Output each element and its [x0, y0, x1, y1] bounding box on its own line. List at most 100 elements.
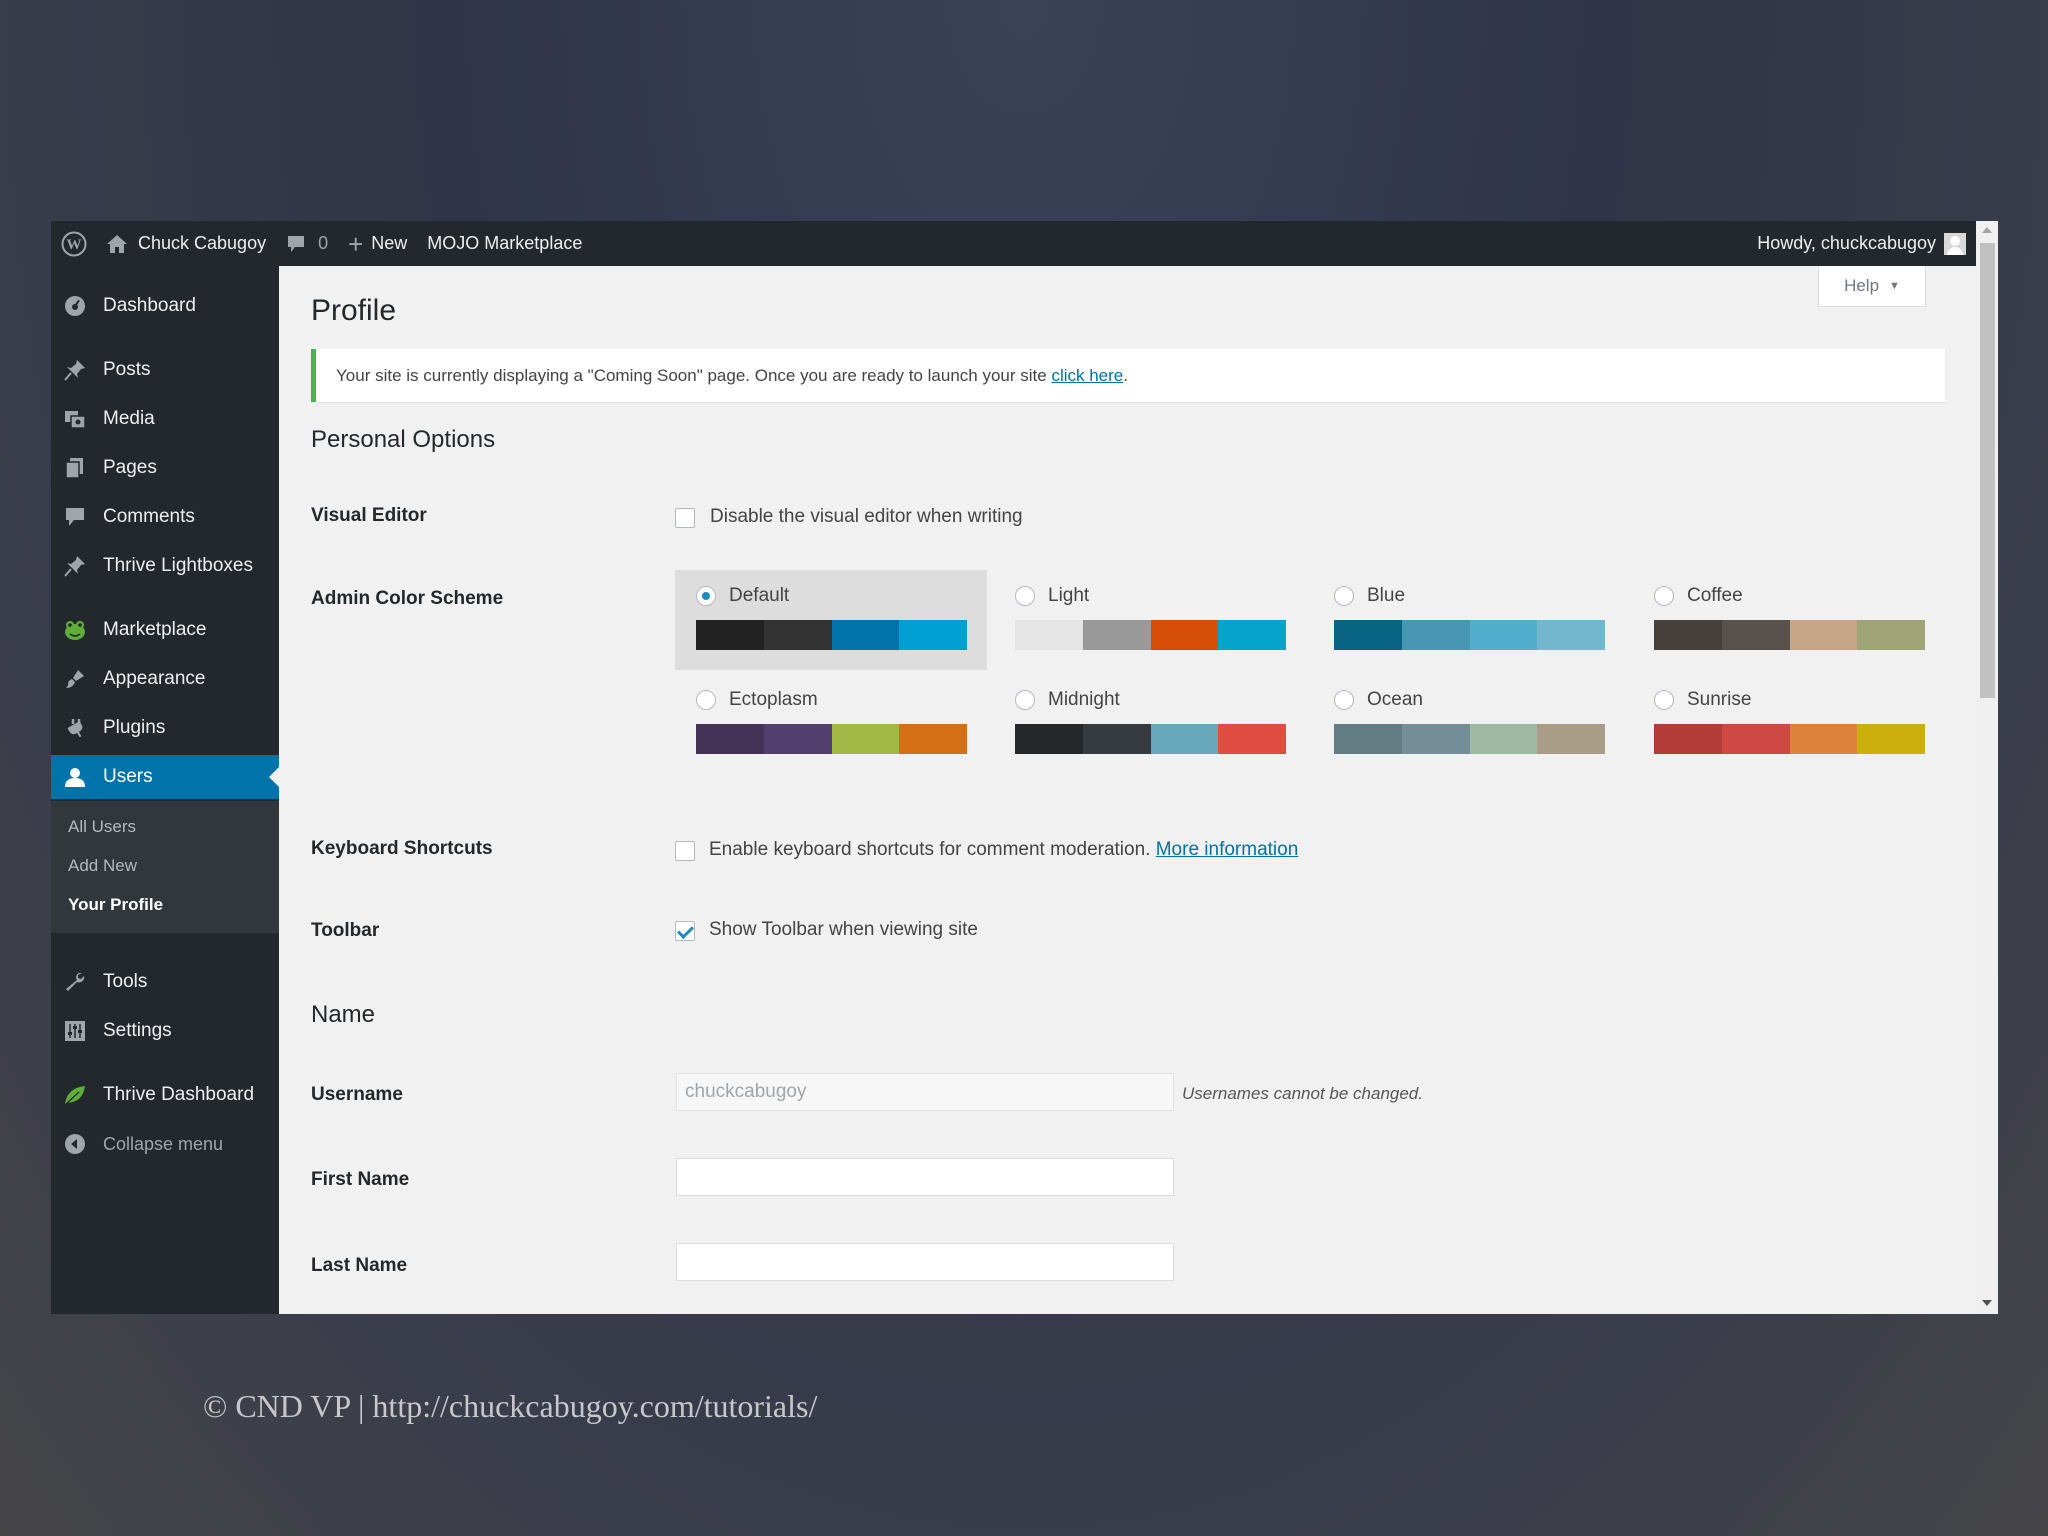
color-scheme-radio[interactable] [1015, 586, 1035, 606]
last-name-label: Last Name [311, 1255, 408, 1276]
color-scheme-option-ectoplasm[interactable]: Ectoplasm [675, 674, 987, 774]
color-swatch [899, 724, 967, 754]
color-swatches [1654, 724, 1925, 754]
last-name-input[interactable] [676, 1243, 1174, 1281]
scroll-down-arrow-icon[interactable] [1982, 1300, 1992, 1306]
color-scheme-option-blue[interactable]: Blue [1313, 570, 1625, 670]
toolbar-label: Toolbar [311, 920, 380, 941]
main-content: Help ▼ Profile Your site is currently di… [279, 266, 1976, 1314]
color-scheme-head: Light [1015, 584, 1285, 608]
color-swatch [1218, 724, 1286, 754]
sidebar-item-posts[interactable]: Posts [51, 348, 279, 392]
color-swatch [831, 724, 900, 754]
pin-icon [63, 358, 87, 382]
sidebar-item-label: Collapse menu [103, 1133, 224, 1154]
howdy-text: Howdy, chuckcabugoy [1757, 233, 1936, 253]
sidebar-item-label: Users [103, 766, 153, 787]
color-scheme-radio[interactable] [1015, 690, 1035, 710]
wordpress-logo-icon[interactable]: W [51, 221, 96, 266]
color-swatches [1015, 724, 1286, 754]
scroll-thumb[interactable] [1980, 243, 1995, 698]
collapse-menu-button[interactable]: Collapse menu [51, 1122, 279, 1166]
submenu-item-all-users[interactable]: All Users [68, 817, 136, 837]
color-scheme-option-ocean[interactable]: Ocean [1313, 674, 1625, 774]
color-scheme-head: Sunrise [1654, 688, 1924, 712]
notice-click-here-link[interactable]: click here [1051, 366, 1123, 385]
keyboard-shortcuts-text-wrapper: Enable keyboard shortcuts for comment mo… [709, 839, 1298, 861]
color-scheme-option-midnight[interactable]: Midnight [994, 674, 1306, 774]
sidebar-item-label: Posts [103, 359, 151, 380]
submenu-item-your-profile[interactable]: Your Profile [68, 895, 163, 915]
color-scheme-name: Ectoplasm [729, 689, 818, 710]
color-swatch [1082, 620, 1151, 650]
keyboard-shortcuts-checkbox[interactable] [675, 841, 695, 861]
color-swatch [1015, 620, 1083, 650]
site-name-link[interactable]: Chuck Cabugoy [96, 221, 276, 266]
color-scheme-name: Sunrise [1687, 689, 1752, 710]
color-scheme-option-coffee[interactable]: Coffee [1633, 570, 1945, 670]
comment-icon [63, 505, 87, 529]
help-tab-button[interactable]: Help ▼ [1818, 266, 1926, 307]
color-swatch [696, 620, 764, 650]
color-scheme-option-sunrise[interactable]: Sunrise [1633, 674, 1945, 774]
sidebar-item-users[interactable]: Users [51, 755, 279, 799]
page-title: Profile [311, 294, 397, 327]
color-swatches [696, 620, 967, 650]
color-scheme-option-default[interactable]: Default [675, 570, 987, 670]
sidebar-item-media[interactable]: Media [51, 397, 279, 441]
notice-text: Your site is currently displaying a "Com… [336, 365, 1052, 385]
sidebar-item-thrive-lightboxes[interactable]: Thrive Lightboxes [51, 544, 279, 588]
sidebar-item-label: Appearance [103, 668, 206, 689]
new-content-link[interactable]: + New [338, 221, 417, 266]
color-swatch [1015, 724, 1083, 754]
comments-link[interactable]: 0 [276, 221, 338, 266]
sidebar-item-tools[interactable]: Tools [51, 960, 279, 1004]
color-scheme-name: Light [1048, 585, 1090, 606]
color-scheme-radio[interactable] [696, 586, 716, 606]
scroll-up-arrow-icon[interactable] [1982, 227, 1992, 233]
first-name-input[interactable] [676, 1158, 1174, 1196]
color-swatch [1469, 724, 1538, 754]
sidebar-item-label: Pages [103, 457, 157, 478]
avatar [1944, 232, 1966, 255]
home-icon [107, 234, 127, 253]
sidebar-item-pages[interactable]: Pages [51, 446, 279, 490]
sidebar-item-settings[interactable]: Settings [51, 1009, 279, 1053]
color-scheme-radio[interactable] [1654, 690, 1674, 710]
color-swatch [1857, 724, 1925, 754]
sidebar-item-dashboard[interactable]: Dashboard [51, 284, 279, 328]
keyboard-shortcuts-text: Enable keyboard shortcuts for comment mo… [709, 839, 1151, 860]
color-swatch [1469, 620, 1538, 650]
site-name: Chuck Cabugoy [138, 233, 267, 253]
vertical-scrollbar[interactable] [1976, 221, 1998, 1314]
color-scheme-name: Ocean [1367, 689, 1423, 710]
color-scheme-radio[interactable] [1654, 586, 1674, 606]
color-swatch [763, 724, 832, 754]
sidebar-item-label: Settings [103, 1020, 172, 1041]
plus-icon: + [348, 228, 364, 259]
sidebar-item-appearance[interactable]: Appearance [51, 657, 279, 701]
color-scheme-radio[interactable] [1334, 586, 1354, 606]
sidebar-item-plugins[interactable]: Plugins [51, 706, 279, 750]
color-scheme-option-light[interactable]: Light [994, 570, 1306, 670]
color-swatch [1721, 724, 1790, 754]
toolbar-checkbox[interactable] [675, 921, 695, 941]
color-scheme-radio[interactable] [696, 690, 716, 710]
toolbar-text: Show Toolbar when viewing site [709, 919, 978, 940]
submenu-item-add-new[interactable]: Add New [68, 856, 137, 876]
username-input[interactable]: chuckcabugoy [676, 1073, 1174, 1111]
more-information-link[interactable]: More information [1156, 839, 1299, 860]
sidebar-item-thrive-dashboard[interactable]: Thrive Dashboard [51, 1073, 279, 1117]
mojo-marketplace-link[interactable]: MOJO Marketplace [417, 221, 592, 266]
admin-bar: W Chuck Cabugoy 0 + New MOJO Marketplace… [51, 221, 1976, 266]
visual-editor-checkbox[interactable] [675, 508, 695, 528]
sidebar-item-label: Comments [103, 506, 195, 527]
sidebar-item-comments[interactable]: Comments [51, 495, 279, 539]
color-scheme-head: Ocean [1334, 688, 1604, 712]
sidebar-item-marketplace[interactable]: Marketplace [51, 608, 279, 652]
user-account-menu[interactable]: Howdy, chuckcabugoy [1747, 221, 1976, 266]
color-scheme-radio[interactable] [1334, 690, 1354, 710]
color-swatch [1082, 724, 1151, 754]
color-scheme-name: Midnight [1048, 689, 1120, 710]
color-swatch [899, 620, 967, 650]
